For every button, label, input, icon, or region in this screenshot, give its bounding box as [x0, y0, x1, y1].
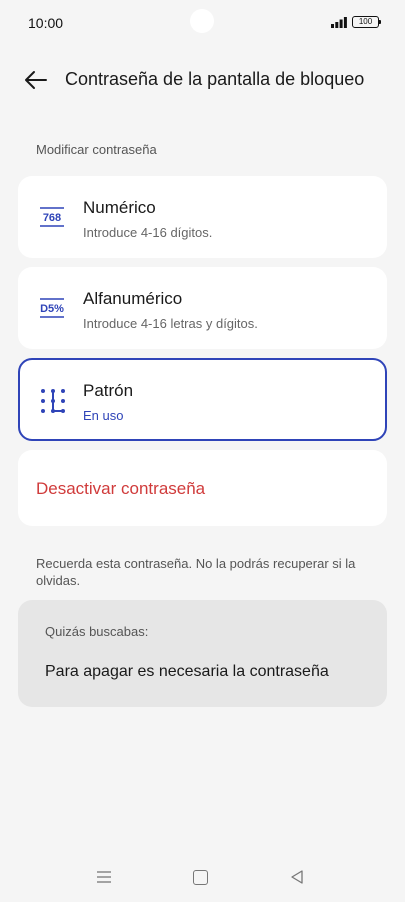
option-pattern[interactable]: Patrón En uso — [18, 358, 387, 441]
status-time: 10:00 — [28, 15, 64, 31]
svg-text:D5%: D5% — [40, 303, 64, 315]
recent-apps-icon[interactable] — [96, 869, 112, 885]
disable-password-button[interactable]: Desactivar contraseña — [18, 450, 387, 526]
option-title: Numérico — [83, 198, 156, 217]
option-title: Patrón — [83, 381, 134, 400]
suggestion-box: Quizás buscabas: Para apagar es necesari… — [18, 600, 387, 707]
option-title: Alfanumérico — [83, 289, 183, 308]
pattern-icon — [41, 389, 65, 413]
status-bar: 10:00 100 — [0, 0, 405, 46]
suggestion-link[interactable]: Para apagar es necesaria la contraseña — [45, 663, 329, 681]
camera-cutout — [190, 9, 214, 33]
alphanumeric-d5-icon: D5% — [40, 298, 64, 318]
numeric-768-icon: 768 — [40, 207, 64, 227]
signal-icon — [331, 17, 347, 28]
svg-text:768: 768 — [43, 212, 61, 224]
warning-text: Recuerda esta contraseña. No la podrás r… — [36, 556, 356, 588]
page-title: Contraseña de la pantalla de bloqueo — [65, 69, 365, 89]
option-alphanumeric[interactable]: D5% Alfanumérico Introduce 4-16 letras y… — [18, 267, 387, 349]
home-icon[interactable] — [193, 870, 208, 885]
suggestion-label: Quizás buscabas: — [45, 624, 149, 639]
option-numeric[interactable]: 768 Numérico Introduce 4-16 dígitos. — [18, 176, 387, 258]
battery-icon: 100 — [352, 16, 381, 28]
back-arrow-icon[interactable] — [22, 68, 48, 92]
nav-back-icon[interactable] — [289, 869, 305, 885]
option-subtitle: En uso — [83, 408, 124, 423]
section-label: Modificar contraseña — [36, 142, 157, 157]
disable-password-label: Desactivar contraseña — [36, 479, 206, 498]
header: Contraseña de la pantalla de bloqueo — [0, 60, 405, 100]
option-subtitle: Introduce 4-16 letras y dígitos. — [83, 316, 258, 331]
navigation-bar — [0, 860, 405, 894]
screen: 10:00 100 Contraseña de la pantalla de b… — [0, 0, 405, 902]
option-subtitle: Introduce 4-16 dígitos. — [83, 225, 213, 240]
